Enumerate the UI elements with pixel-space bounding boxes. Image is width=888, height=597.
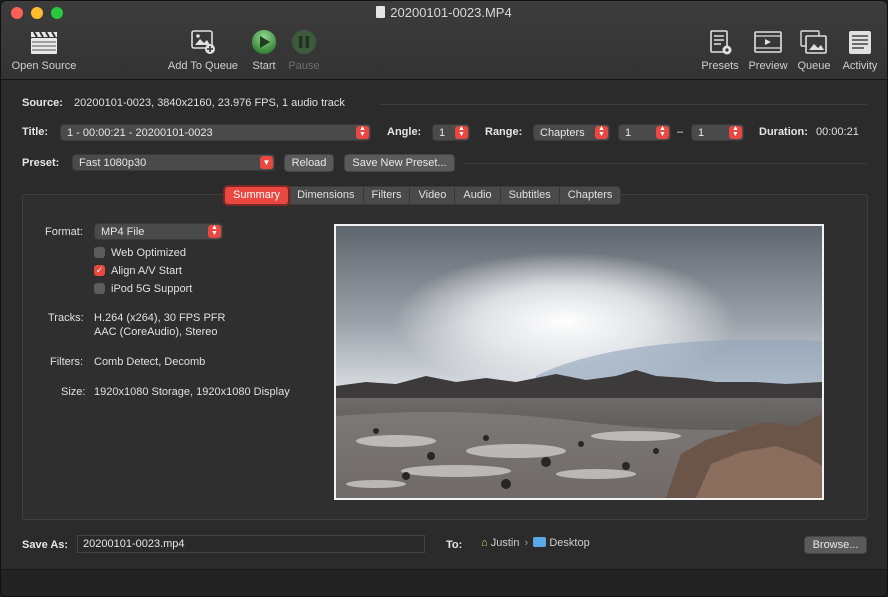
- ipod-support-label: iPod 5G Support: [111, 283, 193, 295]
- queue-icon: [800, 30, 827, 54]
- web-optimized-label: Web Optimized: [111, 247, 186, 259]
- title-label: Title:: [22, 126, 49, 138]
- activity-button[interactable]: Activity: [838, 29, 882, 72]
- save-as-label: Save As:: [22, 539, 69, 551]
- browse-button[interactable]: Browse...: [804, 536, 867, 554]
- preview-image: [334, 224, 824, 500]
- format-select[interactable]: MP4 File ▲ ▼: [94, 223, 223, 240]
- pause-icon: [292, 30, 316, 54]
- activity-log-icon: [849, 31, 871, 54]
- save-new-preset-button[interactable]: Save New Preset...: [344, 154, 455, 172]
- preset-select[interactable]: Fast 1080p30 ▼: [72, 154, 275, 171]
- tracks-video: H.264 (x264), 30 FPS PFR: [94, 312, 226, 324]
- filters-value: Comb Detect, Decomb: [94, 356, 206, 368]
- chevron-updown-icon: ▲ ▼: [595, 125, 608, 139]
- presets-icon: [710, 30, 732, 55]
- web-optimized-checkbox[interactable]: [94, 247, 105, 258]
- folder-icon: [533, 537, 547, 547]
- presets-button[interactable]: Presets: [698, 29, 742, 72]
- tracks-audio: AAC (CoreAudio), Stereo: [94, 326, 218, 338]
- source-divider: [379, 104, 867, 105]
- size-value: 1920x1080 Storage, 1920x1080 Display: [94, 386, 290, 398]
- chevron-updown-icon: ▲ ▼: [729, 125, 742, 139]
- toolbar: 20200101-0023.MP4 Open Source Add To Que…: [1, 1, 887, 80]
- preset-divider: [463, 163, 867, 164]
- tab-subtitles[interactable]: Subtitles: [501, 187, 560, 204]
- format-label: Format:: [45, 226, 83, 238]
- preset-label: Preset:: [22, 157, 60, 169]
- tab-summary[interactable]: Summary: [225, 187, 290, 204]
- queue-button[interactable]: Queue: [794, 29, 834, 72]
- range-label: Range:: [485, 126, 523, 138]
- app-window: 20200101-0023.MP4 Open Source Add To Que…: [0, 0, 888, 597]
- duration-value: 00:00:21: [816, 126, 859, 138]
- film-preview-icon: [754, 31, 782, 53]
- save-as-input[interactable]: 20200101-0023.mp4: [77, 535, 425, 553]
- duration-label: Duration:: [759, 126, 808, 138]
- start-button[interactable]: Start: [247, 29, 281, 72]
- tab-audio[interactable]: Audio: [455, 187, 501, 204]
- align-av-checkbox[interactable]: ✓: [94, 265, 105, 276]
- tab-chapters[interactable]: Chapters: [560, 187, 621, 204]
- range-start-select[interactable]: 1 ▲ ▼: [618, 124, 671, 141]
- add-to-queue-icon: [191, 30, 215, 54]
- tab-filters[interactable]: Filters: [364, 187, 411, 204]
- tab-bar: Summary Dimensions Filters Video Audio S…: [224, 186, 622, 205]
- pause-button[interactable]: Pause: [285, 29, 323, 72]
- align-av-label: Align A/V Start: [111, 265, 182, 277]
- window-title: 20200101-0023.MP4: [1, 5, 887, 20]
- source-info: 20200101-0023, 3840x2160, 23.976 FPS, 1 …: [74, 97, 345, 109]
- play-icon: [252, 30, 276, 54]
- tracks-label: Tracks:: [48, 312, 84, 324]
- chevron-updown-icon: ▲ ▼: [208, 224, 221, 238]
- range-separator: –: [677, 126, 684, 138]
- chevron-updown-icon: ▲ ▼: [356, 125, 369, 139]
- tab-dimensions[interactable]: Dimensions: [289, 187, 364, 204]
- chevron-updown-icon: ▲ ▼: [656, 125, 669, 139]
- desert-landscape-image: [336, 226, 822, 498]
- reload-button[interactable]: Reload: [284, 154, 334, 172]
- main-content: Source: 20200101-0023, 3840x2160, 23.976…: [1, 81, 887, 596]
- angle-label: Angle:: [387, 126, 422, 138]
- size-label: Size:: [61, 386, 86, 398]
- add-to-queue-button[interactable]: Add To Queue: [164, 29, 242, 72]
- home-icon: ⌂: [481, 537, 488, 549]
- angle-select[interactable]: 1 ▲ ▼: [432, 124, 470, 141]
- clapperboard-icon: [31, 31, 57, 54]
- destination-path[interactable]: ⌂ Justin › Desktop: [481, 537, 590, 549]
- chevron-updown-icon: ▲ ▼: [455, 125, 468, 139]
- to-label: To:: [446, 539, 463, 551]
- ipod-support-checkbox[interactable]: [94, 283, 105, 294]
- document-icon: [376, 6, 386, 18]
- source-label: Source:: [22, 97, 63, 109]
- status-bar: [1, 569, 887, 596]
- range-end-select[interactable]: 1 ▲ ▼: [691, 124, 744, 141]
- chevron-down-icon: ▼: [260, 156, 273, 169]
- filters-label: Filters:: [50, 356, 83, 368]
- title-select[interactable]: 1 - 00:00:21 - 20200101-0023 ▲ ▼: [60, 124, 371, 141]
- tab-video[interactable]: Video: [410, 187, 456, 204]
- preview-button[interactable]: Preview: [746, 29, 790, 72]
- open-source-button[interactable]: Open Source: [9, 29, 79, 72]
- range-type-select[interactable]: Chapters ▲ ▼: [533, 124, 610, 141]
